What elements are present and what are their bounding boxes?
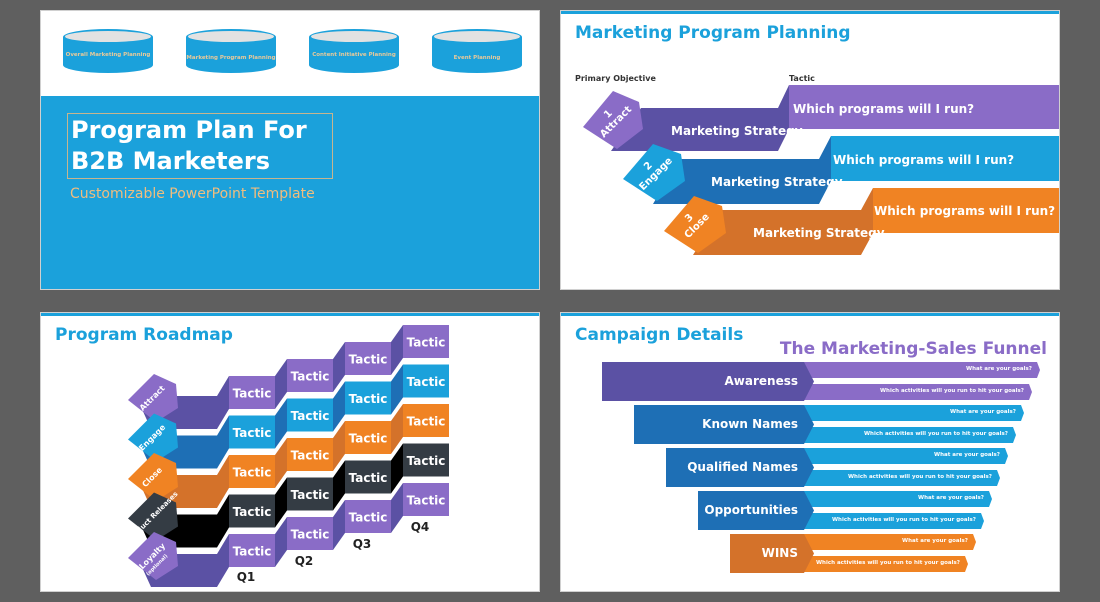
- funnel-stage-label: Known Names: [702, 417, 798, 431]
- funnel-stage-label: WINS: [761, 546, 798, 560]
- cylinder-overall-marketing: Overall Marketing Planning: [63, 29, 153, 81]
- funnel-stage-label: Qualified Names: [687, 460, 798, 474]
- tactic-label: Tactic: [407, 454, 446, 468]
- cylinder-content-initiative: Content Initiative Planning: [309, 29, 399, 81]
- presentation-subtitle: Customizable PowerPoint Template: [70, 186, 315, 202]
- tactic-label: Tactic: [291, 370, 330, 384]
- tactic-question-3: Which programs will I run?: [874, 204, 1056, 218]
- tactic-label: Tactic: [233, 387, 272, 401]
- tactic-label: Tactic: [407, 415, 446, 429]
- tactic-question-1: Which programs will I run?: [793, 102, 975, 116]
- funnel-goal-text: What are your goals?: [934, 452, 1000, 458]
- cylinder-event-planning: Event Planning: [432, 29, 522, 81]
- presentation-title: Program Plan For B2B Marketers: [71, 116, 307, 175]
- tactic-label: Tactic: [349, 392, 388, 406]
- tactic-label: Tactic: [233, 505, 272, 519]
- funnel-activity-text: Which activities will you run to hit you…: [863, 431, 1008, 437]
- slide-thumbnail-campaign-details[interactable]: Campaign Details The Marketing-Sales Fun…: [560, 312, 1060, 592]
- tactic-label: Tactic: [349, 471, 388, 485]
- tactic-label: Tactic: [407, 494, 446, 508]
- tactic-question-2: Which programs will I run?: [833, 153, 1015, 167]
- quarter-label-Q4: Q4: [411, 520, 430, 534]
- quarter-label-Q2: Q2: [295, 554, 314, 568]
- tactic-label: Tactic: [233, 545, 272, 559]
- tactic-label: Tactic: [291, 409, 330, 423]
- funnel-stage-label: Opportunities: [704, 503, 798, 517]
- funnel-goal-text: What are your goals?: [950, 409, 1016, 415]
- objective-ribbons: 1Attract 2Engage 3Close: [583, 85, 1059, 255]
- tactic-label: Tactic: [291, 488, 330, 502]
- quarter-label-Q1: Q1: [237, 570, 256, 584]
- slide-thumbnail-roadmap[interactable]: Program Roadmap Tactic Tactic Tactic Tactic…: [40, 312, 540, 592]
- funnel-stage-label: Awareness: [724, 374, 799, 388]
- slide-thumbnail-title[interactable]: Overall Marketing Planning Marketing Pro…: [40, 10, 540, 290]
- quarter-label-Q3: Q3: [353, 537, 372, 551]
- strategy-label-3: Marketing Strategy: [753, 226, 885, 240]
- funnel-goal-text: What are your goals?: [918, 495, 984, 501]
- cylinder-program-planning: Marketing Program Planning: [186, 29, 276, 81]
- funnel-activity-text: Which activities will you run to hit you…: [815, 560, 960, 566]
- strategy-label-1: Marketing Strategy: [671, 124, 803, 138]
- slide-thumbnail-program-planning[interactable]: Marketing Program Planning Primary Objec…: [560, 10, 1060, 290]
- strategy-label-2: Marketing Strategy: [711, 175, 843, 189]
- tactic-label: Tactic: [349, 511, 388, 525]
- funnel-activity-text: Which activities will you run to hit you…: [879, 388, 1024, 394]
- funnel-activity-text: Which activities will you run to hit you…: [847, 474, 992, 480]
- tactic-label: Tactic: [233, 466, 272, 480]
- tactic-label: Tactic: [407, 336, 446, 350]
- tactic-label: Tactic: [349, 432, 388, 446]
- tactic-label: Tactic: [407, 375, 446, 389]
- tactic-label: Tactic: [233, 426, 272, 440]
- roadmap-diagram: TacticTacticTacticTacticAttractTacticTac…: [126, 325, 449, 587]
- tactic-label: Tactic: [291, 449, 330, 463]
- tactic-label: Tactic: [349, 353, 388, 367]
- tactic-label: Tactic: [291, 528, 330, 542]
- funnel-goal-text: What are your goals?: [966, 366, 1032, 372]
- funnel-activity-text: Which activities will you run to hit you…: [831, 517, 976, 523]
- funnel-goal-text: What are your goals?: [902, 538, 968, 544]
